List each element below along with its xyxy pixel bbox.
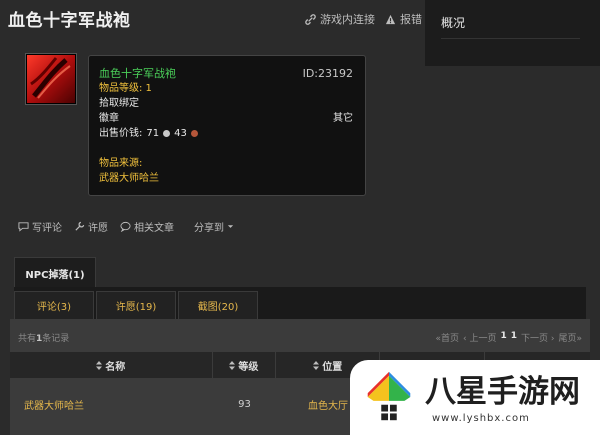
record-prefix: 共有 <box>18 334 37 344</box>
item-price: 出售价钱: 71 43 <box>99 126 198 141</box>
write-comment-button[interactable]: 写评论 <box>18 219 62 234</box>
write-comment-label: 写评论 <box>32 223 62 234</box>
pager-total: 1 <box>510 331 518 341</box>
pager-next[interactable]: 下一页 › <box>521 331 554 344</box>
watermark-brand: 八星手游网 <box>425 374 580 410</box>
chat-icon <box>120 221 131 232</box>
top-actions: 游戏内连接 报错 <box>305 11 422 27</box>
sort-icon <box>96 360 103 370</box>
wish-button[interactable]: 许愿 <box>74 219 108 234</box>
item-level: 物品等级: 1 <box>99 83 152 94</box>
pager-last[interactable]: 尾页» <box>558 331 582 344</box>
pager-current: 1 <box>500 331 507 341</box>
share-dropdown[interactable]: 分享到 <box>194 219 234 234</box>
column-header-level[interactable]: 等级 <box>212 352 277 378</box>
tabard-icon <box>27 55 75 103</box>
item-bind: 拾取绑定 <box>99 98 139 109</box>
sort-icon <box>313 360 320 370</box>
share-label: 分享到 <box>194 223 224 234</box>
watermark: 八星手游网 www.lyshbx.com <box>350 360 600 435</box>
sort-icon <box>229 360 236 370</box>
cell-level: 93 <box>238 398 251 410</box>
item-detail-page: 血色十字军战袍 游戏内连接 报错 概况 血色十字军战袍 ID:23192 物品等… <box>0 0 600 435</box>
comment-icon <box>18 222 29 232</box>
report-label: 报错 <box>400 13 422 26</box>
wish-label: 许愿 <box>88 223 108 234</box>
wrench-icon <box>75 221 85 231</box>
item-icon <box>25 53 77 105</box>
price-label: 出售价钱: <box>99 128 143 139</box>
column-header-name[interactable]: 名称 <box>10 352 213 378</box>
tab-npc-drop[interactable]: NPC掉落(1) <box>14 257 96 288</box>
watermark-logo-icon <box>367 371 411 421</box>
related-articles-button[interactable]: 相关文章 <box>120 219 174 234</box>
record-suffix: 条记录 <box>42 334 70 344</box>
source-label: 物品来源: <box>99 158 143 169</box>
pager-prev[interactable]: ‹ 上一页 <box>463 331 496 344</box>
item-slot: 徽章 <box>99 113 119 124</box>
cell-name[interactable]: 武器大师哈兰 <box>10 391 213 417</box>
overview-panel: 概况 <box>425 0 600 66</box>
pagination: «首页 ‹ 上一页 1 1 下一页 › 尾页» <box>436 331 583 344</box>
tab-screenshots[interactable]: 截图(20) <box>178 291 258 320</box>
caret-down-icon <box>227 225 234 228</box>
watermark-url: www.lyshbx.com <box>432 413 530 424</box>
source-value: 武器大师哈兰 <box>99 173 159 184</box>
column-header-name-label: 名称 <box>105 361 126 373</box>
price-copper: 43 <box>174 128 187 139</box>
item-actions: 写评论 许愿 相关文章 分享到 <box>18 219 234 234</box>
price-silver: 71 <box>146 128 160 139</box>
silver-coin-icon <box>163 130 171 137</box>
warning-icon <box>385 14 396 24</box>
related-articles-label: 相关文章 <box>134 223 174 234</box>
ingame-link-button[interactable]: 游戏内连接 <box>305 11 375 27</box>
link-icon <box>305 13 316 25</box>
tab-comments[interactable]: 评论(3) <box>14 291 94 320</box>
tab-wishes[interactable]: 许愿(19) <box>96 291 176 320</box>
item-type: 其它 <box>333 113 353 124</box>
item-name: 血色十字军战袍 <box>99 67 176 80</box>
column-header-level-label: 等级 <box>238 361 259 373</box>
sub-tab-bar: 评论(3) 许愿(19) 截图(20) <box>14 287 586 320</box>
item-tooltip: 血色十字军战袍 ID:23192 物品等级: 1 拾取绑定 徽章 其它 出售价钱… <box>88 55 366 196</box>
copper-coin-icon <box>190 130 198 137</box>
ingame-link-label: 游戏内连接 <box>320 13 375 26</box>
item-id: ID:23192 <box>302 67 353 80</box>
page-title: 血色十字军战袍 <box>8 11 131 31</box>
report-button[interactable]: 报错 <box>385 11 422 27</box>
column-header-location-label: 位置 <box>322 361 343 373</box>
overview-divider <box>441 38 580 39</box>
record-count: 共有1条记录 <box>18 331 69 344</box>
overview-label: 概况 <box>441 16 466 30</box>
pager-first[interactable]: «首页 <box>436 331 460 344</box>
